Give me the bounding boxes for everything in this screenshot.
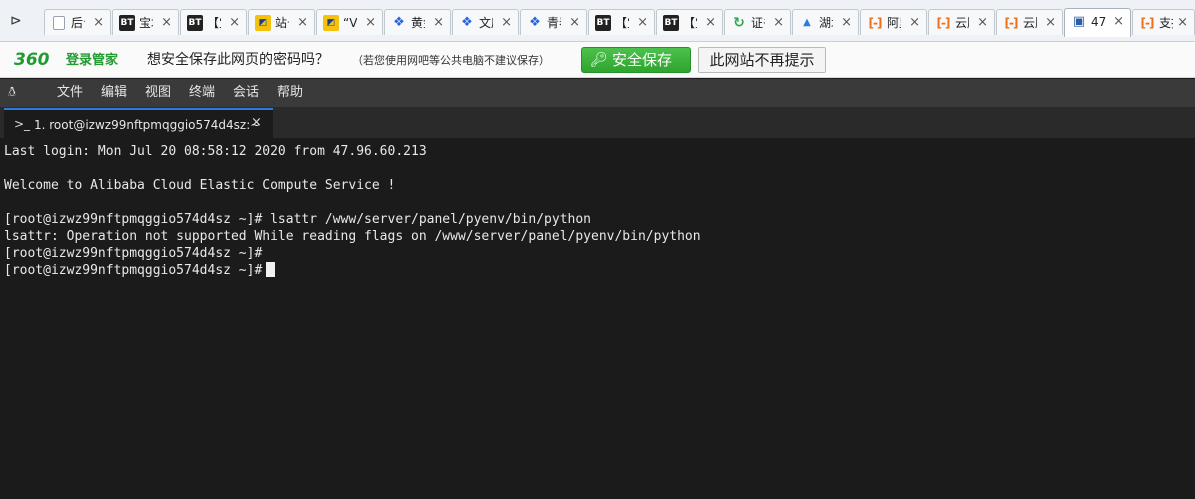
- close-icon[interactable]: ×: [909, 15, 920, 31]
- session-tab[interactable]: >_ 1. root@izwz99nftpmqggio574d4sz:~ ×: [4, 108, 273, 139]
- text-cursor: [266, 262, 276, 277]
- browser-tab[interactable]: ◩ 站长 ×: [248, 9, 315, 35]
- key-icon: 🔑︎: [590, 52, 608, 68]
- browser-tab-strip: ⊳ 后台 × BT 宝塔 × BT 【宝 × ◩ 站长 × ◩ “V × ❖ 黄…: [0, 0, 1195, 42]
- browser-tab[interactable]: ◩ “V ×: [316, 9, 383, 35]
- yellow-site-icon: ◩: [255, 15, 271, 31]
- close-icon[interactable]: ×: [251, 115, 262, 130]
- save-password-question: 想安全保存此网页的密码吗？: [147, 52, 329, 68]
- page-icon: [53, 16, 65, 30]
- bt-icon: BT: [187, 15, 203, 31]
- close-icon[interactable]: ×: [773, 15, 784, 31]
- browser-tab[interactable]: [-] 云服 ×: [928, 9, 995, 35]
- browser-tab[interactable]: [-] 阿里 ×: [860, 9, 927, 35]
- browser-tab[interactable]: ▲ 湖北 ×: [792, 9, 859, 35]
- bt-icon: BT: [595, 15, 611, 31]
- close-icon[interactable]: ×: [569, 15, 580, 31]
- close-icon[interactable]: ×: [297, 15, 308, 31]
- menu-terminal[interactable]: 终端: [189, 85, 215, 101]
- bt-icon: BT: [663, 15, 679, 31]
- session-tab-bar: >_ 1. root@izwz99nftpmqggio574d4sz:~ ×: [0, 107, 1195, 139]
- close-icon[interactable]: ×: [433, 15, 444, 31]
- baidu-paw-icon: ❖: [461, 15, 473, 30]
- terminal-line: Last login: Mon Jul 20 08:58:12 2020 fro…: [4, 144, 427, 159]
- green-cert-icon: ↻: [733, 15, 745, 31]
- browser-tab[interactable]: [-] 云服 ×: [996, 9, 1063, 35]
- baidu-paw-icon: ❖: [393, 15, 405, 30]
- aliyun-icon: [-]: [1140, 16, 1155, 30]
- browser-tab[interactable]: BT 【宝 ×: [180, 9, 247, 35]
- secure-save-button[interactable]: 🔑︎ 安全保存: [581, 47, 691, 73]
- close-icon[interactable]: ×: [229, 15, 240, 31]
- terminal-output[interactable]: Last login: Mon Jul 20 08:58:12 2020 fro…: [0, 140, 1195, 499]
- never-prompt-button[interactable]: 此网站不再提示: [698, 47, 826, 73]
- logo-text: 登录管家: [66, 53, 119, 68]
- terminal-line: lsattr: Operation not supported While re…: [4, 229, 701, 244]
- public-computer-note: （若您使用网吧等公共电脑不建议保存）: [352, 54, 550, 67]
- close-icon[interactable]: ×: [977, 15, 988, 31]
- menu-view[interactable]: 视图: [145, 85, 171, 101]
- menu-help[interactable]: 帮助: [277, 85, 303, 101]
- browser-tab[interactable]: BT 【宝 ×: [656, 9, 723, 35]
- terminal-screen-icon: ▣: [1072, 14, 1086, 29]
- aliyun-icon: [-]: [1004, 16, 1019, 30]
- bt-icon: BT: [119, 15, 135, 31]
- browser-tab[interactable]: ❖ 青春 ×: [520, 9, 587, 35]
- close-icon[interactable]: ×: [841, 15, 852, 31]
- terminal-menu-bar: 🐧︎ 文件 编辑 视图 终端 会话 帮助: [0, 79, 1195, 107]
- menu-edit[interactable]: 编辑: [101, 85, 127, 101]
- browser-tab[interactable]: ❖ 黄金 ×: [384, 9, 451, 35]
- close-icon[interactable]: ×: [705, 15, 716, 31]
- browser-tab[interactable]: ❖ 文库 ×: [452, 9, 519, 35]
- browser-tab[interactable]: ↻ 证书 ×: [724, 9, 791, 35]
- terminal-prompt-line: [root@izwz99nftpmqggio574d4sz ~]#: [4, 262, 1195, 279]
- browser-tab[interactable]: BT 宝塔 ×: [112, 9, 179, 35]
- hubei-icon: ▲: [803, 17, 811, 28]
- menu-file[interactable]: 文件: [57, 85, 83, 101]
- terminal-line: Welcome to Alibaba Cloud Elastic Compute…: [4, 178, 396, 193]
- yellow-site-icon: ◩: [323, 15, 339, 31]
- aliyun-icon: [-]: [936, 16, 951, 30]
- linux-penguin-icon[interactable]: 🐧︎: [8, 85, 16, 101]
- terminal-line: [root@izwz99nftpmqggio574d4sz ~]#: [4, 246, 263, 261]
- close-icon[interactable]: ×: [93, 15, 104, 31]
- close-icon[interactable]: ×: [365, 15, 376, 31]
- close-icon[interactable]: ×: [1045, 15, 1056, 31]
- browser-tab[interactable]: 后台 ×: [44, 9, 111, 35]
- menu-session[interactable]: 会话: [233, 85, 259, 101]
- browser-tab[interactable]: [-] 支持 ×: [1132, 9, 1195, 35]
- session-tab-label: 1. root@izwz99nftpmqggio574d4sz:~: [34, 118, 261, 132]
- close-icon[interactable]: ×: [1113, 14, 1124, 30]
- browser-tab[interactable]: BT 【宝 ×: [588, 9, 655, 35]
- baidu-paw-icon: ❖: [529, 15, 541, 30]
- close-icon[interactable]: ×: [637, 15, 648, 31]
- browser-tab-active[interactable]: ▣ 47.9 ×: [1064, 8, 1131, 37]
- close-icon[interactable]: ×: [161, 15, 172, 31]
- logo-360: 360: [14, 50, 50, 70]
- sidebar-toggle-icon[interactable]: ⊳: [10, 13, 24, 29]
- terminal-line: [root@izwz99nftpmqggio574d4sz ~]# lsattr…: [4, 212, 591, 227]
- close-icon[interactable]: ×: [1177, 15, 1188, 31]
- close-icon[interactable]: ×: [501, 15, 512, 31]
- terminal-prompt-icon: >_: [14, 117, 31, 131]
- password-save-bar: 360 登录管家 想安全保存此网页的密码吗？ （若您使用网吧等公共电脑不建议保存…: [0, 42, 1195, 78]
- terminal-prompt-text: [root@izwz99nftpmqggio574d4sz ~]#: [4, 263, 263, 278]
- aliyun-icon: [-]: [868, 16, 883, 30]
